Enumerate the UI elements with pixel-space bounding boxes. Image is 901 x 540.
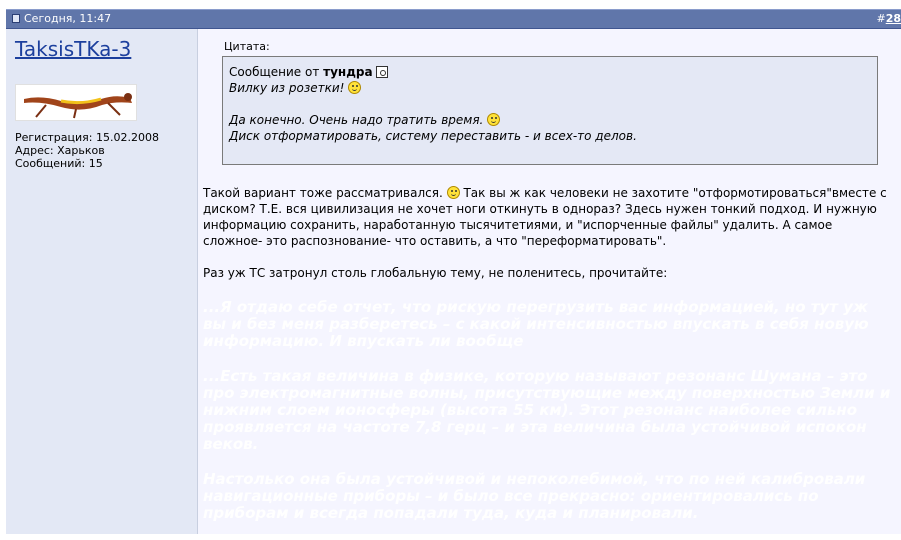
post-date: Сегодня, 11:47: [12, 12, 111, 25]
quote-box: Сообщение от тундра Вилку из розетки! Да…: [222, 56, 878, 165]
quote-label: Цитата:: [224, 40, 270, 53]
post-body: Такой вариант тоже рассматривался. Так в…: [203, 185, 893, 281]
post-number-link[interactable]: 28: [886, 12, 901, 25]
user-info: Регистрация: 15.02.2008 Адрес: Харьков С…: [15, 131, 159, 170]
post-content: Цитата: Сообщение от тундра Вилку из роз…: [198, 29, 901, 534]
quote-author: тундра: [323, 65, 373, 79]
post-paragraph-2: Раз уж ТС затронул столь глобальную тему…: [203, 266, 668, 280]
smile-icon: [487, 113, 501, 126]
post-number: #28: [876, 12, 901, 25]
post-number-prefix: #: [876, 12, 886, 25]
avatar: [15, 84, 137, 121]
laugh-smiley-icon: [348, 81, 362, 94]
quote-line-1: Вилку из розетки!: [229, 80, 871, 96]
username-link[interactable]: TaksisTKa-3: [15, 37, 131, 61]
user-panel: TaksisTKa-3 Регистрация: 15.02.2008 Адре…: [6, 29, 198, 534]
post-icon: [12, 14, 20, 23]
registration-date: Регистрация: 15.02.2008: [15, 131, 159, 144]
quote-line-2: Да конечно. Очень надо тратить время.: [229, 112, 871, 128]
hidden-paragraph-3: Настолько она была устойчивой и непоколе…: [203, 470, 866, 522]
post-header: Сегодня, 11:47 #28: [6, 9, 901, 29]
message-count: Сообщений: 15: [15, 157, 103, 170]
smile-icon: [446, 186, 460, 199]
quote-line-3: Диск отформатировать, систему переставит…: [229, 129, 637, 143]
quote-author-line: Сообщение от тундра: [229, 64, 871, 80]
hidden-paragraph-2: ...Есть такая величина в физике, которую…: [203, 367, 891, 453]
quote-from: Сообщение от: [229, 65, 320, 79]
hidden-paragraph-1: ...Я отдаю себе отчет, что рискую перегр…: [203, 298, 869, 350]
user-address: Адрес: Харьков: [15, 144, 105, 157]
post-date-text: Сегодня, 11:47: [24, 12, 112, 25]
post-paragraph-1: Такой вариант тоже рассматривался. Так в…: [203, 186, 887, 248]
view-post-icon[interactable]: [376, 66, 389, 78]
hidden-white-text: ...Я отдаю себе отчет, что рискую перегр…: [203, 299, 895, 540]
